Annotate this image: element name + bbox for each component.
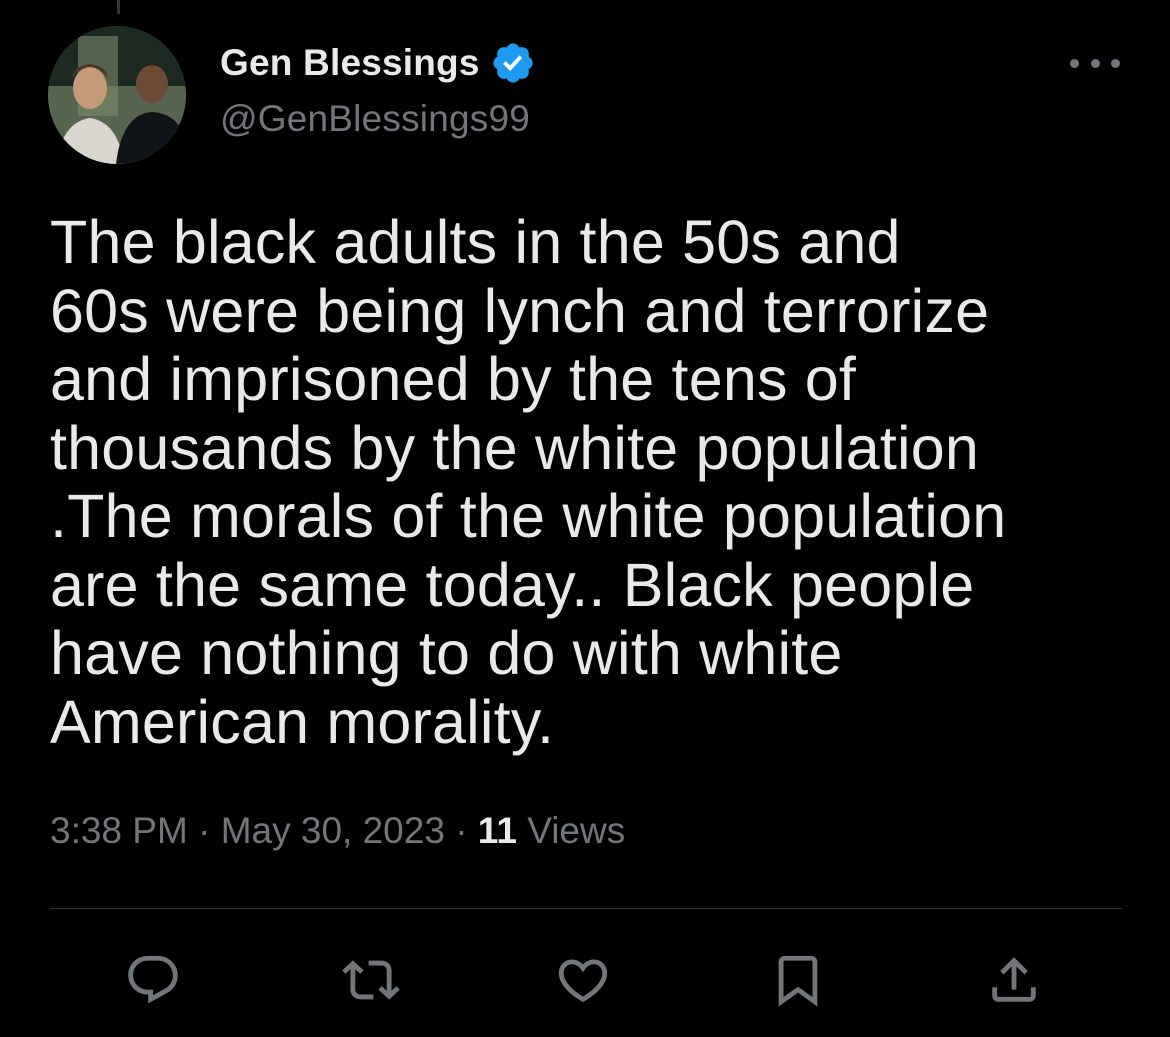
- bookmark-icon: [778, 955, 818, 1007]
- more-dot: [1070, 58, 1079, 68]
- meta-separator: ·: [455, 810, 478, 851]
- tweet-date[interactable]: May 30, 2023: [221, 810, 445, 851]
- meta-separator: ·: [198, 810, 221, 851]
- views-label: Views: [527, 810, 626, 851]
- author-handle[interactable]: @GenBlessings99: [220, 98, 536, 140]
- more-dot: [1111, 58, 1120, 68]
- more-dot: [1090, 58, 1100, 68]
- divider: [50, 908, 1122, 909]
- tweet-detail: Gen Blessings @GenBlessings99 The black …: [0, 0, 1170, 1037]
- action-bar: [0, 950, 1170, 1010]
- tweet-text-line: 60s were being lynch and terrorize: [50, 276, 990, 345]
- tweet-text-line: are the same today.. Black people: [50, 550, 975, 619]
- author-name[interactable]: Gen Blessings: [220, 42, 480, 84]
- tweet-text-line: .The morals of the white population: [50, 482, 1007, 550]
- verified-badge-icon[interactable]: [490, 40, 536, 86]
- tweet-text-line: have nothing to do with white: [50, 619, 843, 687]
- tweet-text-line: and imprisoned by the tens of: [50, 345, 857, 413]
- tweet-text-line: American morality.: [50, 687, 555, 756]
- tweet-text-line: thousands by the white population: [50, 413, 980, 482]
- views-count: 11: [477, 810, 517, 851]
- retweet-button[interactable]: [341, 950, 401, 1010]
- like-icon: [558, 959, 608, 1003]
- reply-button[interactable]: [123, 950, 183, 1010]
- tweet-text: The black adults in the 50s and 60s were…: [50, 208, 1140, 756]
- author-name-row: Gen Blessings: [220, 40, 536, 86]
- retweet-icon: [342, 960, 400, 1000]
- reply-icon: [128, 955, 178, 1004]
- avatar-photo: [48, 26, 186, 164]
- bookmark-button[interactable]: [768, 950, 828, 1010]
- thread-connector-line: [117, 0, 120, 14]
- tweet-time[interactable]: 3:38 PM: [50, 810, 188, 851]
- author-block: Gen Blessings @GenBlessings99: [220, 40, 536, 140]
- more-options-icon[interactable]: [1070, 50, 1120, 76]
- like-button[interactable]: [553, 950, 613, 1010]
- tweet-text-line: The black adults in the 50s and: [50, 208, 901, 276]
- share-button[interactable]: [984, 950, 1044, 1010]
- avatar[interactable]: [48, 26, 186, 164]
- tweet-metadata: 3:38 PM · May 30, 2023 · 11 Views: [50, 810, 625, 852]
- share-icon: [992, 957, 1036, 1002]
